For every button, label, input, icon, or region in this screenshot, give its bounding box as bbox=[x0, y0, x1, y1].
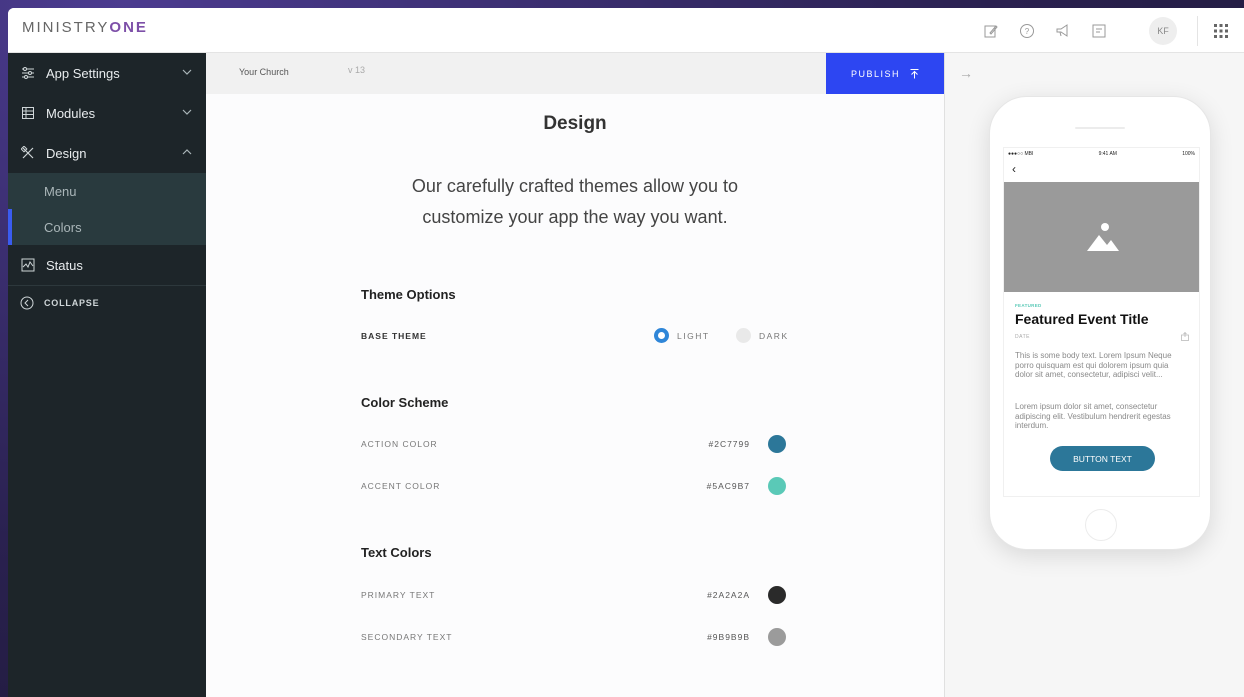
phone-status-bar: ●●●○○ MBI 9:41 AM 100% bbox=[1004, 148, 1199, 160]
sidebar-item-status[interactable]: Status bbox=[8, 245, 206, 285]
intro-line: customize your app the way you want. bbox=[422, 207, 728, 227]
expand-arrow-icon[interactable]: → bbox=[959, 65, 973, 81]
logo[interactable]: MINISTRYONE bbox=[22, 19, 148, 36]
logo-text-ministry: MINISTRY bbox=[22, 19, 110, 36]
phone-screen: ●●●○○ MBI 9:41 AM 100% ‹ FEATURED Featur… bbox=[1003, 147, 1200, 497]
chevron-up-icon bbox=[182, 149, 192, 155]
base-theme-label: BASE THEME bbox=[361, 331, 427, 341]
accent-color-swatch[interactable] bbox=[768, 477, 786, 495]
status-chart-icon bbox=[20, 257, 36, 273]
image-placeholder bbox=[1004, 182, 1199, 292]
edit-icon[interactable] bbox=[982, 22, 1000, 40]
featured-label: FEATURED bbox=[1015, 303, 1042, 308]
sidebar-subitem-label: Menu bbox=[44, 183, 77, 199]
sidebar-item-label: App Settings bbox=[46, 65, 120, 81]
sidebar-item-modules[interactable]: Modules bbox=[8, 93, 206, 133]
accent-color-label: ACCENT COLOR bbox=[361, 481, 441, 491]
sidebar-item-app-settings[interactable]: App Settings bbox=[8, 53, 206, 93]
preview-action-button[interactable]: BUTTON TEXT bbox=[1050, 446, 1155, 471]
primary-text-swatch[interactable] bbox=[768, 586, 786, 604]
action-color-hex[interactable]: #2C7799 bbox=[708, 439, 750, 449]
event-body-text: Lorem ipsum dolor sit amet, consectetur … bbox=[1015, 402, 1171, 430]
theme-radio-dark[interactable]: DARK bbox=[736, 328, 789, 343]
phone-home-button bbox=[1085, 509, 1117, 541]
back-chevron-icon[interactable]: ‹ bbox=[1012, 162, 1016, 176]
phone-speaker bbox=[1075, 127, 1125, 129]
modules-icon bbox=[20, 105, 36, 121]
chevron-down-icon bbox=[182, 69, 192, 75]
publish-button[interactable]: PUBLISH bbox=[826, 53, 944, 94]
collapse-label: COLLAPSE bbox=[44, 298, 100, 308]
action-color-swatch[interactable] bbox=[768, 435, 786, 453]
theme-radio-light[interactable]: LIGHT bbox=[654, 328, 710, 343]
avatar[interactable]: KF bbox=[1149, 16, 1177, 45]
sliders-icon bbox=[20, 65, 36, 81]
secondary-text-hex[interactable]: #9B9B9B bbox=[707, 632, 750, 642]
sidebar-subitem-colors[interactable]: Colors bbox=[8, 209, 206, 245]
event-body-text: This is some body text. Lorem Ipsum Nequ… bbox=[1015, 351, 1172, 379]
sidebar-item-label: Modules bbox=[46, 105, 96, 121]
theme-options-heading: Theme Options bbox=[361, 287, 456, 302]
design-tools-icon bbox=[20, 145, 36, 161]
chevron-down-icon bbox=[182, 109, 192, 115]
accent-color-hex[interactable]: #5AC9B7 bbox=[707, 481, 750, 491]
collapse-button[interactable]: COLLAPSE bbox=[8, 286, 206, 320]
secondary-text-swatch[interactable] bbox=[768, 628, 786, 646]
logo-text-one: ONE bbox=[109, 19, 148, 36]
radio-label: DARK bbox=[759, 330, 789, 341]
sidebar: App Settings Modules Design Menu Colors … bbox=[8, 53, 206, 697]
primary-text-hex[interactable]: #2A2A2A bbox=[707, 590, 750, 600]
version-label: v 13 bbox=[348, 65, 366, 75]
image-icon bbox=[1086, 223, 1119, 251]
text-colors-heading: Text Colors bbox=[361, 545, 432, 560]
upload-icon bbox=[910, 68, 919, 78]
help-icon[interactable]: ? bbox=[1018, 22, 1036, 40]
event-date: DATE bbox=[1015, 334, 1030, 340]
intro-line: Our carefully crafted themes allow you t… bbox=[411, 176, 739, 196]
radio-label: LIGHT bbox=[677, 330, 710, 341]
apps-grid-icon[interactable] bbox=[1198, 23, 1244, 38]
top-bar: MINISTRYONE ? KF bbox=[8, 8, 1244, 53]
carrier-text: ●●●○○ MBI bbox=[1008, 151, 1034, 157]
share-icon[interactable] bbox=[1181, 332, 1189, 341]
church-name[interactable]: Your Church bbox=[239, 67, 289, 77]
primary-text-label: PRIMARY TEXT bbox=[361, 590, 436, 600]
top-icons: ? KF bbox=[973, 8, 1244, 53]
sidebar-item-label: Status bbox=[46, 257, 83, 273]
svg-text:?: ? bbox=[1025, 27, 1030, 36]
phone-mockup: ●●●○○ MBI 9:41 AM 100% ‹ FEATURED Featur… bbox=[989, 96, 1211, 550]
publish-label: PUBLISH bbox=[850, 68, 900, 79]
collapse-icon bbox=[20, 296, 34, 310]
sub-header: Your Church v 13 PUBLISH bbox=[206, 53, 944, 94]
action-color-label: ACTION COLOR bbox=[361, 439, 438, 449]
intro-text: Our carefully crafted themes allow you t… bbox=[206, 171, 944, 233]
sidebar-item-label: Design bbox=[46, 145, 87, 161]
page-title: Design bbox=[543, 113, 607, 134]
sidebar-item-design[interactable]: Design bbox=[8, 133, 206, 173]
notes-icon[interactable] bbox=[1090, 22, 1108, 40]
app-window: MINISTRYONE ? KF App Settings Modules De… bbox=[8, 8, 1244, 697]
battery-text: 100% bbox=[1182, 151, 1195, 157]
radio-selected-icon bbox=[654, 328, 669, 343]
sidebar-subitem-label: Colors bbox=[44, 219, 82, 235]
radio-unselected-icon bbox=[736, 328, 751, 343]
event-title: Featured Event Title bbox=[1015, 311, 1149, 327]
clock-text: 9:41 AM bbox=[1098, 151, 1117, 157]
design-panel: Your Church v 13 PUBLISH Design Our care… bbox=[206, 53, 944, 697]
preview-panel: → ●●●○○ MBI 9:41 AM 100% ‹ FEATURED Feat… bbox=[944, 53, 1244, 697]
secondary-text-label: SECONDARY TEXT bbox=[361, 632, 453, 642]
megaphone-icon[interactable] bbox=[1054, 22, 1072, 40]
color-scheme-heading: Color Scheme bbox=[361, 395, 449, 410]
sidebar-subitem-menu[interactable]: Menu bbox=[8, 173, 206, 209]
